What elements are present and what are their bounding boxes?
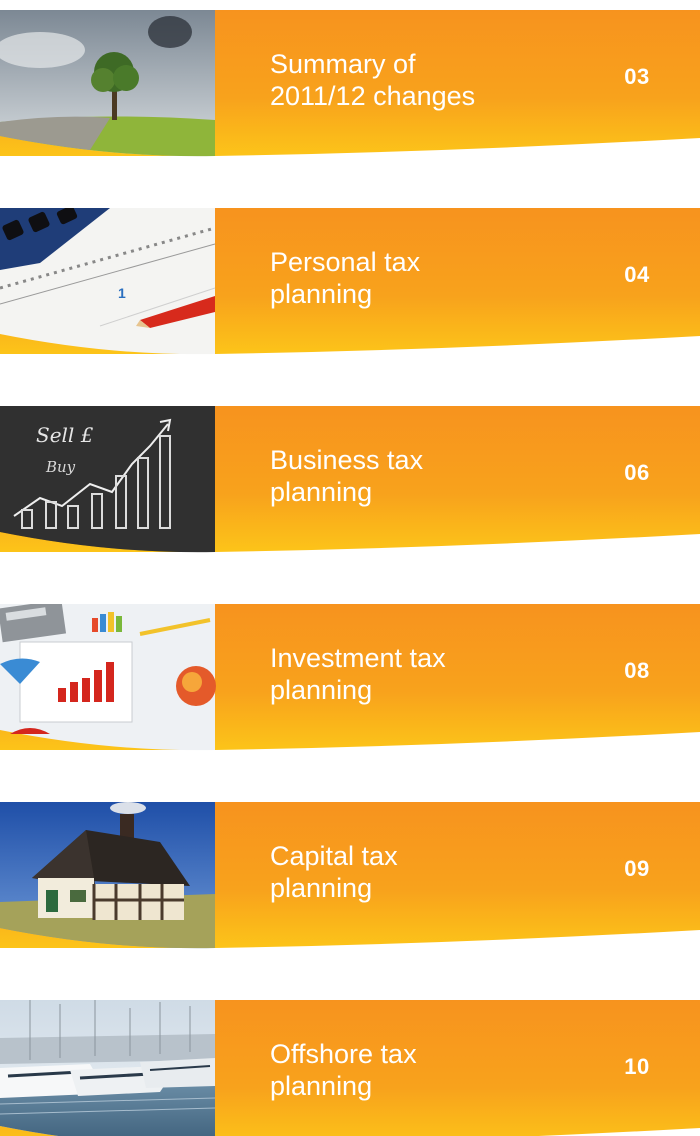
entry-title-line1: Capital tax <box>270 841 398 871</box>
tree-between-dry-and-green-land-image <box>0 10 215 157</box>
entry-title: Investment tax planning <box>270 642 570 706</box>
svg-text:Buy: Buy <box>45 458 76 476</box>
entry-title: Offshore tax planning <box>270 1038 570 1102</box>
page-number: 09 <box>624 856 650 881</box>
model-house-image <box>0 802 215 949</box>
page-number: 10 <box>624 1054 650 1079</box>
toc-entry-personal-tax[interactable]: 1 Personal tax planning 04 <box>0 208 700 360</box>
page-number: 08 <box>624 658 650 683</box>
calculator-calendar-pencil-image: 1 <box>0 208 216 355</box>
entry-title: Personal tax planning <box>270 246 570 310</box>
page-number: 03 <box>624 64 650 89</box>
page-number: 06 <box>624 460 650 485</box>
svg-text:1: 1 <box>118 285 126 301</box>
entry-title-line1: Business tax <box>270 445 424 475</box>
entry-title-line2: 2011/12 changes <box>270 81 476 111</box>
toc-entry-offshore-tax[interactable]: Offshore tax planning 10 <box>0 1000 700 1136</box>
entry-title-line2: planning <box>270 1071 373 1101</box>
toc-entry-capital-tax[interactable]: Capital tax planning 09 <box>0 802 700 954</box>
toc-entry-summary[interactable]: Summary of 2011/12 changes 03 <box>0 10 700 162</box>
entry-title: Capital tax planning <box>270 840 570 904</box>
entry-title-line1: Offshore tax <box>270 1039 417 1069</box>
marina-yachts-image <box>0 1000 216 1136</box>
toc-entry-business-tax[interactable]: Sell £ Buy Business tax planning 06 <box>0 406 700 558</box>
entry-title-line2: planning <box>270 873 373 903</box>
financial-charts-calculator-image <box>0 604 216 751</box>
entry-title-line1: Personal tax <box>270 247 421 277</box>
entry-title-line2: planning <box>270 477 373 507</box>
entry-title: Business tax planning <box>270 444 570 508</box>
table-of-contents: Summary of 2011/12 changes 03 1 Personal… <box>0 0 700 1136</box>
entry-title-line1: Investment tax <box>270 643 446 673</box>
chalkboard-sell-buy-chart-image: Sell £ Buy <box>0 406 215 553</box>
entry-title-line2: planning <box>270 279 373 309</box>
entry-title: Summary of 2011/12 changes <box>270 48 570 112</box>
page-number: 04 <box>624 262 650 287</box>
svg-text:Sell £: Sell £ <box>36 423 94 447</box>
toc-entry-investment-tax[interactable]: Investment tax planning 08 <box>0 604 700 756</box>
entry-title-line2: planning <box>270 675 373 705</box>
entry-title-line1: Summary of <box>270 49 416 79</box>
